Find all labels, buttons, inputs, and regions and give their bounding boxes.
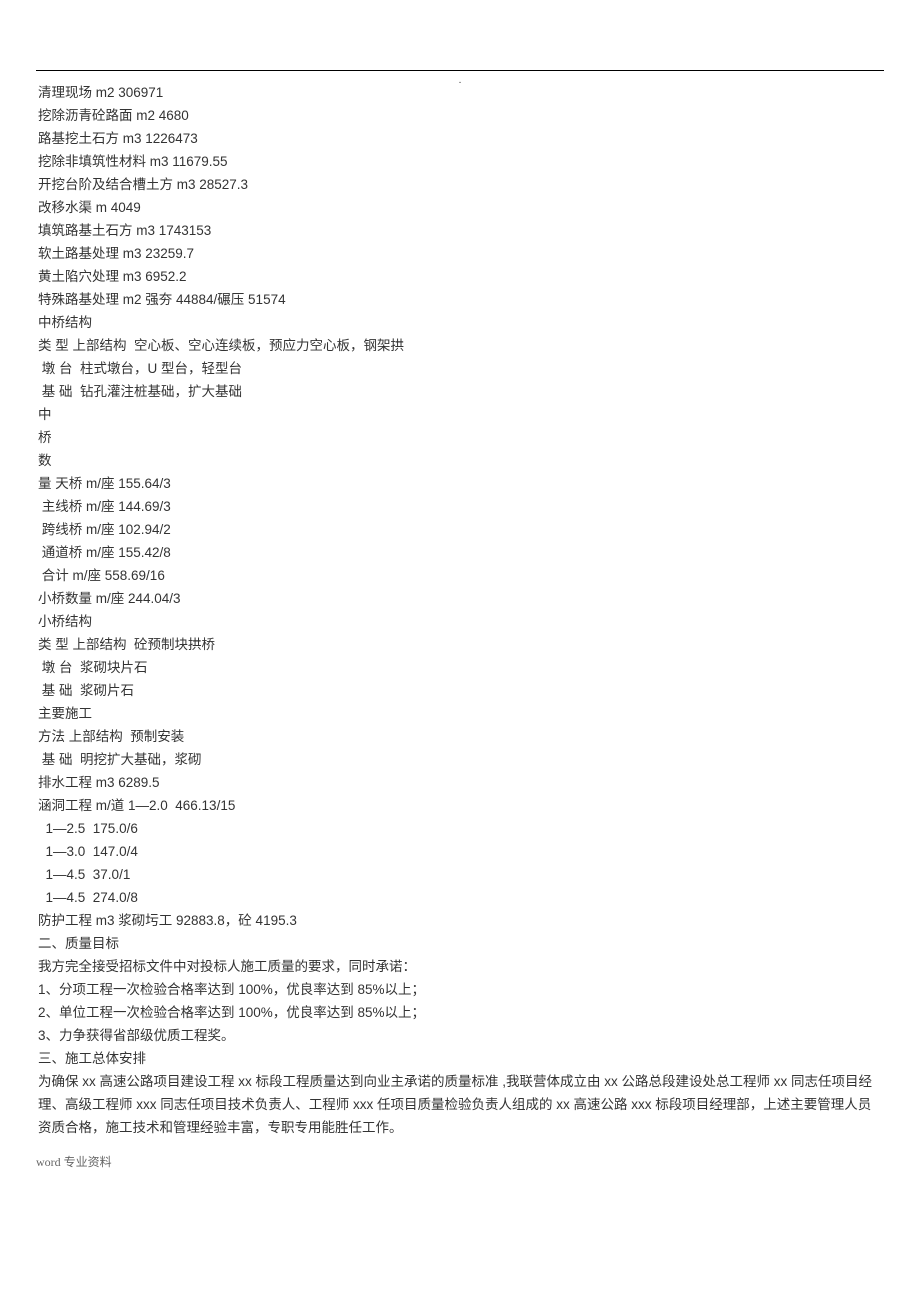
line: 基 础 明挖扩大基础，浆砌 — [38, 748, 884, 771]
line: 墩 台 浆砌块片石 — [38, 656, 884, 679]
line: 合计 m/座 558.69/16 — [38, 564, 884, 587]
document-content: 清理现场 m2 306971 挖除沥青砼路面 m2 4680 路基挖土石方 m3… — [36, 81, 884, 1139]
document-page: . 清理现场 m2 306971 挖除沥青砼路面 m2 4680 路基挖土石方 … — [0, 0, 920, 1200]
line: 量 天桥 m/座 155.64/3 — [38, 472, 884, 495]
line: 桥 — [38, 426, 884, 449]
line: 主要施工 — [38, 702, 884, 725]
line: 类 型 上部结构 砼预制块拱桥 — [38, 633, 884, 656]
line: 类 型 上部结构 空心板、空心连续板，预应力空心板，钢架拱 — [38, 334, 884, 357]
line: 方法 上部结构 预制安装 — [38, 725, 884, 748]
line: 通道桥 m/座 155.42/8 — [38, 541, 884, 564]
line: 主线桥 m/座 144.69/3 — [38, 495, 884, 518]
line: 中桥结构 — [38, 311, 884, 334]
top-divider — [36, 70, 884, 71]
line: 特殊路基处理 m2 强夯 44884/碾压 51574 — [38, 288, 884, 311]
line: 小桥数量 m/座 244.04/3 — [38, 587, 884, 610]
line: 三、施工总体安排 — [38, 1047, 884, 1070]
line: 二、质量目标 — [38, 932, 884, 955]
line: 挖除非填筑性材料 m3 11679.55 — [38, 150, 884, 173]
line: 中 — [38, 403, 884, 426]
line: 3、力争获得省部级优质工程奖。 — [38, 1024, 884, 1047]
line: 2、单位工程一次检验合格率达到 100%，优良率达到 85%以上； — [38, 1001, 884, 1024]
page-footer: word 专业资料 — [36, 1153, 884, 1170]
line: 1—3.0 147.0/4 — [38, 840, 884, 863]
line: 墩 台 柱式墩台，U 型台，轻型台 — [38, 357, 884, 380]
line: 基 础 浆砌片石 — [38, 679, 884, 702]
line: 基 础 钻孔灌注桩基础，扩大基础 — [38, 380, 884, 403]
line: 涵洞工程 m/道 1—2.0 466.13/15 — [38, 794, 884, 817]
line: 1—4.5 37.0/1 — [38, 863, 884, 886]
top-mark: . — [459, 75, 462, 86]
line: 我方完全接受招标文件中对投标人施工质量的要求，同时承诺： — [38, 955, 884, 978]
line: 软土路基处理 m3 23259.7 — [38, 242, 884, 265]
line: 1—2.5 175.0/6 — [38, 817, 884, 840]
line: 填筑路基土石方 m3 1743153 — [38, 219, 884, 242]
line: 数 — [38, 449, 884, 472]
line: 排水工程 m3 6289.5 — [38, 771, 884, 794]
line: 1—4.5 274.0/8 — [38, 886, 884, 909]
line: 跨线桥 m/座 102.94/2 — [38, 518, 884, 541]
line: 路基挖土石方 m3 1226473 — [38, 127, 884, 150]
line: 1、分项工程一次检验合格率达到 100%，优良率达到 85%以上； — [38, 978, 884, 1001]
line: 防护工程 m3 浆砌圬工 92883.8，砼 4195.3 — [38, 909, 884, 932]
line: 开挖台阶及结合槽土方 m3 28527.3 — [38, 173, 884, 196]
line: 挖除沥青砼路面 m2 4680 — [38, 104, 884, 127]
line: 黄土陷穴处理 m3 6952.2 — [38, 265, 884, 288]
line: 改移水渠 m 4049 — [38, 196, 884, 219]
line: 小桥结构 — [38, 610, 884, 633]
line: 为确保 xx 高速公路项目建设工程 xx 标段工程质量达到向业主承诺的质量标准 … — [38, 1070, 884, 1139]
